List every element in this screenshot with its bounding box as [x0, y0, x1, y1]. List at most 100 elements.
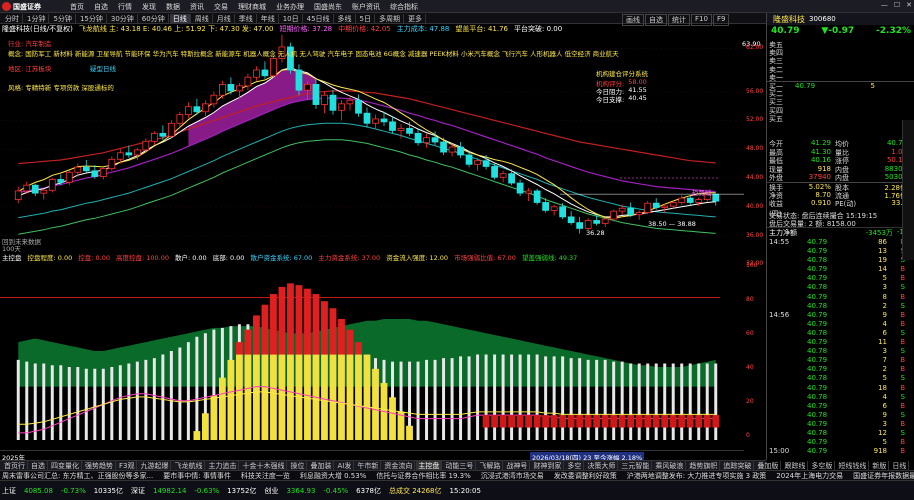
menu-item[interactable]: 账户资讯: [352, 2, 380, 12]
trade-direction: S: [900, 283, 905, 292]
indicator-tab[interactable]: 资金流向: [382, 461, 416, 470]
trade-direction: B: [900, 310, 905, 319]
period-tab[interactable]: 年线: [258, 14, 279, 24]
indicator-info-line: 隆盛科技(日线/不复权) 飞龙航线 主: 43.18 E: 40.46 上: 51…: [0, 24, 744, 34]
indicator-tab[interactable]: 飞解路: [477, 461, 504, 470]
annotation-text: 地区: 江苏板块: [8, 65, 52, 73]
period-tab[interactable]: 日线: [169, 14, 191, 24]
control-bar-upper: [244, 329, 252, 355]
indicator-tab[interactable]: AI发: [335, 461, 355, 470]
indicator-tab[interactable]: 主控盘: [416, 461, 443, 470]
indicator-tab[interactable]: 新版: [870, 461, 890, 470]
period-tab[interactable]: 月线: [214, 14, 235, 24]
period-tab[interactable]: 30分钟: [108, 14, 138, 24]
indicator-tab[interactable]: 财神到家: [531, 461, 565, 470]
menu-item[interactable]: 数据: [166, 2, 180, 12]
menu-item[interactable]: 理财商城: [238, 2, 266, 12]
institutional-row: 今日支撑: 40.45: [596, 94, 676, 104]
indicator-tab[interactable]: 飞龙航线: [172, 461, 206, 470]
price-row: 40.79 ▼-0.97 -2.32%: [767, 26, 914, 37]
period-tab[interactable]: 更多: [405, 14, 427, 24]
indicator-tab[interactable]: 决策大师: [585, 461, 619, 470]
quote-value: 0.910: [810, 199, 831, 208]
status-item: 4085.08: [24, 486, 53, 495]
control-indicator-chart[interactable]: [0, 250, 744, 440]
period-tab[interactable]: 45日线: [304, 14, 334, 24]
trade-status-line2: 盘后交易量: 2 额: 8158.00: [769, 220, 856, 228]
trade-volume: 18: [878, 383, 887, 392]
control-bar-lower: [363, 354, 371, 440]
indicator-tab[interactable]: 操位: [288, 461, 308, 470]
quote-key: 外盘: [769, 174, 783, 183]
menu-item[interactable]: 交易: [214, 2, 228, 12]
menu-item[interactable]: 综合指标: [390, 2, 418, 12]
candle-body: [193, 106, 201, 113]
candle-body: [142, 140, 150, 151]
indicator-tab[interactable]: 首页行: [2, 461, 28, 470]
period-tab[interactable]: 周线: [192, 14, 213, 24]
indicator-tab[interactable]: 九游起爆: [138, 461, 172, 470]
app-logo[interactable]: 国盛证券: [2, 1, 41, 12]
period-tab[interactable]: 1分钟: [24, 14, 50, 24]
news-item[interactable]: 信托与证券合作相比率 19.3%: [376, 471, 470, 480]
menu-item[interactable]: 业务办理: [276, 2, 304, 12]
order-book-row: 卖五: [767, 40, 914, 49]
indicator-tab[interactable]: F3观: [117, 461, 138, 470]
indicator-tab[interactable]: 日线: [890, 461, 910, 470]
late-red-bar: [525, 415, 533, 428]
news-item[interactable]: 利息融资大增 0.53%: [300, 471, 366, 480]
indicator-tab[interactable]: 强势趋势: [83, 461, 116, 470]
period-tab[interactable]: 5日: [357, 14, 376, 24]
minimize-icon[interactable]: —: [881, 1, 888, 9]
period-tab[interactable]: 5分钟: [50, 14, 76, 24]
late-red-bar: [508, 415, 516, 428]
menu-item[interactable]: 资讯: [190, 2, 204, 12]
indicator-tab[interactable]: 多空: [565, 461, 585, 470]
indicator-tab[interactable]: 午市新: [355, 461, 382, 470]
period-tab[interactable]: 60分钟: [139, 14, 169, 24]
period-tab[interactable]: 多周期: [376, 14, 405, 24]
news-item[interactable]: 国盛证券年报数据最新发布: [853, 471, 914, 480]
news-item[interactable]: 发改委调整利好政策: [554, 471, 617, 480]
maximize-icon[interactable]: ☐: [894, 1, 900, 9]
news-item[interactable]: 沉浸式港湾市场交易: [481, 471, 544, 480]
news-item[interactable]: 科技关注度一览: [241, 471, 290, 480]
indicator-tab[interactable]: 十金十木强线: [240, 461, 288, 470]
indicator-tab[interactable]: 四变量化: [49, 461, 82, 470]
indicator-tab[interactable]: 主力追击: [206, 461, 240, 470]
indicator-tab[interactable]: 追踪突破: [721, 461, 755, 470]
indicator-tab[interactable]: 乘风破浪: [653, 461, 687, 470]
news-item[interactable]: 要市事中情: 事情事件: [163, 471, 231, 480]
indicator-tab[interactable]: 跟踪线: [782, 461, 809, 470]
period-tab[interactable]: 分时: [2, 14, 23, 24]
indicator-tab[interactable]: 短线钱线: [836, 461, 870, 470]
indicator-tab[interactable]: 三元智能: [619, 461, 653, 470]
indicator-tab[interactable]: 叠加版: [755, 461, 782, 470]
candle-body: [355, 99, 362, 114]
menu-item[interactable]: 国盛尚东: [314, 2, 342, 12]
indicator-value: 中期价格: 42.05: [338, 25, 391, 33]
period-tab[interactable]: 多线: [335, 14, 356, 24]
menu-item[interactable]: 发现: [142, 2, 156, 12]
close-icon[interactable]: ✕: [906, 1, 912, 9]
menu-item[interactable]: 首页: [70, 2, 84, 12]
indicator-tab[interactable]: 战神号: [504, 461, 531, 470]
indicator-tab[interactable]: 趋势旗帜: [687, 461, 721, 470]
period-tab[interactable]: 季线: [236, 14, 257, 24]
status-item: -0.73%: [60, 486, 86, 495]
side-scrollbar[interactable]: [902, 120, 914, 260]
indicator-tab[interactable]: 动能三号: [443, 461, 477, 470]
news-item[interactable]: 周末雷事公司汇总: 东方精工、正强股份等多家...: [2, 471, 153, 480]
news-item[interactable]: 沪港两地调整发布: 大力推进专项实施 3 政策: [627, 471, 767, 480]
order-volume: 5: [870, 81, 875, 90]
news-item[interactable]: 2024年上海电力交易: [776, 471, 843, 480]
menu-item[interactable]: 自选: [94, 2, 108, 12]
indicator-tab[interactable]: 多空版: [809, 461, 836, 470]
indicator-tab[interactable]: 叠加装: [308, 461, 335, 470]
trade-time: [767, 393, 807, 402]
indicator-tab[interactable]: 自选: [29, 461, 48, 470]
trade-price: 40.79: [807, 238, 828, 246]
period-tab[interactable]: 15分钟: [77, 14, 107, 24]
period-tab[interactable]: 10日: [280, 14, 303, 24]
menu-item[interactable]: 行情: [118, 2, 132, 12]
